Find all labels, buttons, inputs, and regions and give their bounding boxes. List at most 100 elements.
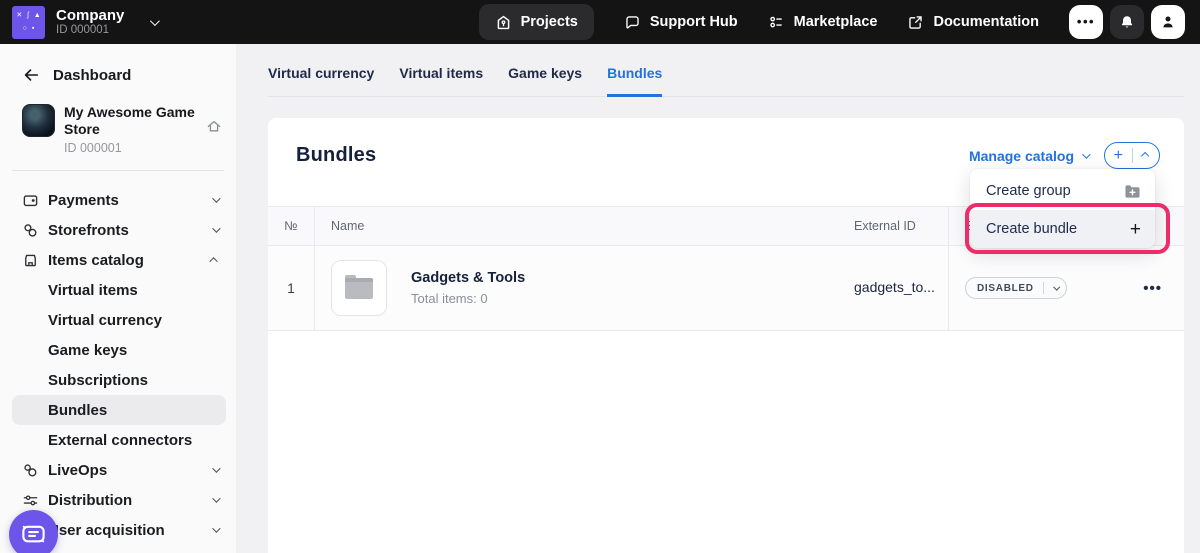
chevron-down-icon bbox=[1053, 283, 1059, 289]
nav-label: Items catalog bbox=[48, 252, 144, 269]
support-hub-link[interactable]: Support Hub bbox=[624, 14, 738, 31]
chat-fab-button[interactable] bbox=[9, 510, 58, 553]
project-card[interactable]: My Awesome Game Store ID 000001 bbox=[0, 84, 236, 155]
sidebar-item-storefronts[interactable]: Storefronts bbox=[12, 215, 226, 245]
projects-button[interactable]: Projects bbox=[479, 4, 594, 40]
plus-icon[interactable]: + bbox=[1105, 144, 1132, 168]
bundles-card: Bundles Manage catalog + № Name External… bbox=[268, 118, 1184, 553]
sliders-icon bbox=[22, 492, 39, 509]
dashboard-label: Dashboard bbox=[53, 67, 131, 84]
page-title: Bundles bbox=[296, 144, 376, 167]
table-row[interactable]: 1 Gadgets & Tools Total items: 0 gadgets… bbox=[268, 246, 1184, 331]
wallet-icon bbox=[22, 192, 39, 209]
row-number: 1 bbox=[268, 281, 314, 296]
company-logo-icon[interactable]: ✕ʃ▲○▪ bbox=[12, 6, 45, 39]
sidebar-item-virtual-currency[interactable]: Virtual currency bbox=[12, 305, 226, 335]
company-switcher[interactable]: Company ID 000001 bbox=[56, 7, 124, 37]
chevron-down-icon bbox=[212, 494, 220, 502]
nav-label: Bundles bbox=[48, 402, 107, 419]
marketplace-label: Marketplace bbox=[794, 14, 878, 30]
manage-catalog-button[interactable]: Manage catalog bbox=[969, 148, 1088, 164]
create-group-label: Create group bbox=[986, 183, 1071, 199]
sidebar: Dashboard My Awesome Game Store ID 00000… bbox=[0, 44, 236, 553]
tab-virtual-items[interactable]: Virtual items bbox=[399, 56, 483, 97]
documentation-label: Documentation bbox=[933, 14, 1039, 30]
badge-divider bbox=[1043, 282, 1044, 294]
plus-icon: + bbox=[1130, 220, 1141, 239]
nav-label: Virtual currency bbox=[48, 312, 162, 329]
chevron-up-icon bbox=[209, 257, 217, 265]
sidebar-item-distribution[interactable]: Distribution bbox=[12, 485, 226, 515]
header-name: Name bbox=[314, 207, 820, 245]
menu-item-create-bundle[interactable]: Create bundle + bbox=[970, 210, 1155, 248]
sidebar-item-bundles[interactable]: Bundles bbox=[12, 395, 226, 425]
projects-home-icon bbox=[495, 14, 512, 31]
person-icon bbox=[1160, 14, 1176, 30]
rings-icon bbox=[22, 462, 39, 479]
back-to-dashboard[interactable]: Dashboard bbox=[0, 44, 236, 84]
project-id: ID 000001 bbox=[64, 141, 197, 155]
external-link-icon bbox=[907, 14, 924, 31]
account-button[interactable] bbox=[1151, 5, 1185, 39]
tab-game-keys[interactable]: Game keys bbox=[508, 56, 582, 97]
company-name: Company bbox=[56, 7, 124, 24]
project-avatar bbox=[22, 104, 55, 137]
company-chevron-down-icon[interactable] bbox=[150, 16, 160, 26]
notifications-button[interactable] bbox=[1110, 5, 1144, 39]
create-dropdown-menu: Create group Create bundle + bbox=[970, 169, 1155, 248]
documentation-link[interactable]: Documentation bbox=[907, 14, 1039, 31]
ellipsis-icon: ••• bbox=[1077, 17, 1095, 27]
chevron-up-icon bbox=[1141, 152, 1149, 160]
group-total-items: Total items: 0 bbox=[411, 291, 525, 306]
project-home-icon[interactable] bbox=[206, 118, 222, 134]
nav-label: Distribution bbox=[48, 492, 132, 509]
sidebar-item-items-catalog[interactable]: Items catalog bbox=[12, 245, 226, 275]
nav-label: Subscriptions bbox=[48, 372, 148, 389]
chat-icon bbox=[20, 523, 47, 547]
speech-bubble-icon bbox=[624, 14, 641, 31]
sidebar-item-payments[interactable]: Payments bbox=[12, 185, 226, 215]
status-badge[interactable]: DISABLED bbox=[965, 277, 1067, 299]
sidebar-item-subscriptions[interactable]: Subscriptions bbox=[12, 365, 226, 395]
external-id-value: gadgets_to... bbox=[854, 279, 935, 295]
topbar: ✕ʃ▲○▪ Company ID 000001 Projects Support… bbox=[0, 0, 1200, 44]
list-options-icon bbox=[768, 14, 785, 31]
create-bundle-label: Create bundle bbox=[986, 221, 1077, 237]
create-split-button[interactable]: + bbox=[1104, 142, 1160, 169]
nav-label: Payments bbox=[48, 192, 119, 209]
group-thumbnail bbox=[331, 260, 387, 316]
nav-label: LiveOps bbox=[48, 462, 107, 479]
status-label: DISABLED bbox=[977, 283, 1034, 294]
menu-item-create-group[interactable]: Create group bbox=[970, 172, 1155, 210]
chevron-down-icon bbox=[212, 464, 220, 472]
nav-label: Storefronts bbox=[48, 222, 129, 239]
sidebar-item-liveops[interactable]: LiveOps bbox=[12, 455, 226, 485]
group-name: Gadgets & Tools bbox=[411, 270, 525, 286]
sidebar-item-virtual-items[interactable]: Virtual items bbox=[12, 275, 226, 305]
nav-label: External connectors bbox=[48, 432, 192, 449]
main-content: Virtual currency Virtual items Game keys… bbox=[236, 44, 1200, 553]
marketplace-link[interactable]: Marketplace bbox=[768, 14, 878, 31]
more-options-button[interactable]: ••• bbox=[1069, 5, 1103, 39]
chevron-down-icon bbox=[212, 524, 220, 532]
sidebar-nav: Payments Storefronts Items catalog Virtu… bbox=[0, 171, 236, 553]
row-actions-button[interactable]: ••• bbox=[1143, 280, 1162, 297]
sidebar-item-external-connectors[interactable]: External connectors bbox=[12, 425, 226, 455]
header-num: № bbox=[268, 219, 314, 233]
chevron-down-icon bbox=[1082, 150, 1090, 158]
split-caret-button[interactable] bbox=[1133, 153, 1160, 159]
catalog-tabs: Virtual currency Virtual items Game keys… bbox=[268, 56, 1184, 97]
arrow-left-icon bbox=[22, 66, 40, 84]
nav-label: Game keys bbox=[48, 342, 127, 359]
folder-plus-icon bbox=[1124, 184, 1141, 199]
bell-icon bbox=[1119, 14, 1135, 30]
manage-catalog-label: Manage catalog bbox=[969, 148, 1074, 164]
tab-bundles[interactable]: Bundles bbox=[607, 56, 662, 97]
company-id: ID 000001 bbox=[56, 24, 124, 37]
chevron-down-icon bbox=[212, 194, 220, 202]
nav-label: Virtual items bbox=[48, 282, 138, 299]
tab-virtual-currency[interactable]: Virtual currency bbox=[268, 56, 374, 97]
chevron-down-icon bbox=[212, 224, 220, 232]
rings-icon bbox=[22, 222, 39, 239]
sidebar-item-game-keys[interactable]: Game keys bbox=[12, 335, 226, 365]
